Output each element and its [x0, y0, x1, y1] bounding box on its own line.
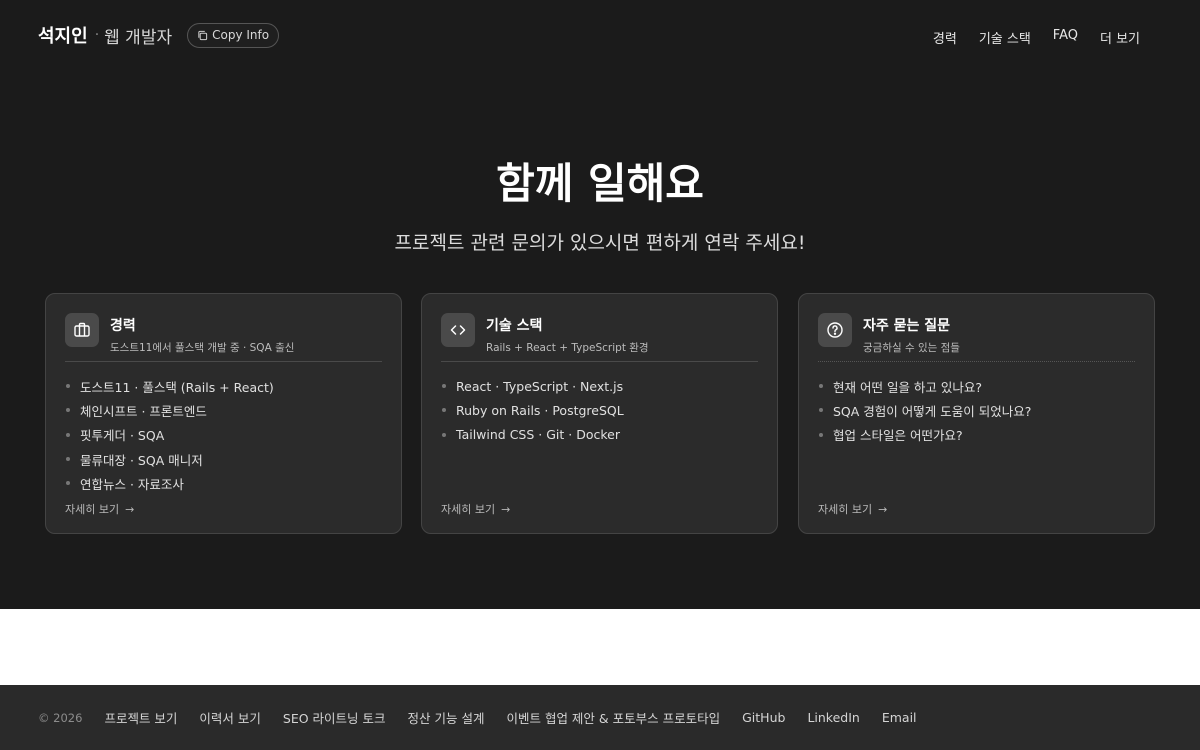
- footer-link-github[interactable]: GitHub: [742, 710, 785, 725]
- card-title: 경력: [110, 318, 136, 334]
- list-item[interactable]: SQA 경험이 어떻게 도움이 되었나요?: [818, 398, 1135, 422]
- list-item: React · TypeScript · Next.js: [441, 374, 758, 398]
- card-subtitle: 도스트11에서 풀스택 개발 중 · SQA 출신: [110, 342, 295, 354]
- card-divider: [441, 361, 758, 362]
- card-subtitle: Rails + React + TypeScript 환경: [486, 342, 649, 354]
- content-gap: [0, 609, 1200, 685]
- list-item: Ruby on Rails · PostgreSQL: [441, 398, 758, 422]
- card-title: 자주 묻는 질문: [863, 318, 951, 334]
- card-divider: [818, 361, 1135, 362]
- page-subtitle: 프로젝트 관련 문의가 있으시면 편하게 연락 주세요!: [394, 232, 806, 254]
- faq-list: 현재 어떤 일을 하고 있나요? SQA 경험이 어떻게 도움이 되었나요? 협…: [818, 374, 1135, 447]
- card-title: 기술 스택: [486, 318, 543, 334]
- footer-link-seo-talk[interactable]: SEO 라이트닝 토크: [283, 708, 386, 727]
- arrow-right-icon: →: [125, 502, 135, 516]
- tech-more-link[interactable]: 자세히 보기 →: [441, 501, 510, 517]
- question-circle-icon: [818, 313, 852, 347]
- tech-stack-card: 기술 스택 Rails + React + TypeScript 환경 Reac…: [421, 293, 778, 534]
- footer-link-email[interactable]: Email: [882, 710, 917, 725]
- top-nav: 경력 기술 스택 FAQ 더 보기: [933, 28, 1140, 47]
- copy-info-label: Copy Info: [212, 28, 270, 42]
- footer-link-event-proposal[interactable]: 이벤트 협업 제안 & 포토부스 프로토타입: [506, 708, 720, 727]
- footer-link-projects[interactable]: 프로젝트 보기: [104, 708, 177, 727]
- list-item: 체인시프트 · 프론트엔드: [65, 398, 382, 422]
- list-item[interactable]: 협업 스타일은 어떤가요?: [818, 423, 1135, 447]
- list-item: 연합뉴스 · 자료조사: [65, 471, 382, 495]
- card-divider: [65, 361, 382, 362]
- nav-career[interactable]: 경력: [933, 28, 957, 47]
- nav-more[interactable]: 더 보기: [1100, 28, 1140, 47]
- footer-link-resume[interactable]: 이력서 보기: [199, 708, 260, 727]
- hero-section: 석지인 · 웹 개발자 Copy Info 경력 기술 스택 FAQ 더 보기 …: [0, 0, 1200, 609]
- brand-role: 웹 개발자: [104, 27, 173, 48]
- list-item: Tailwind CSS · Git · Docker: [441, 423, 758, 447]
- career-list: 도스트11 · 풀스택 (Rails + React) 체인시프트 · 프론트엔…: [65, 374, 382, 495]
- career-more-link[interactable]: 자세히 보기 →: [65, 501, 134, 517]
- list-item: 물류대장 · SQA 매니저: [65, 447, 382, 471]
- tech-list: React · TypeScript · Next.js Ruby on Rai…: [441, 374, 758, 447]
- code-icon: [441, 313, 475, 347]
- nav-tech-stack[interactable]: 기술 스택: [979, 28, 1031, 47]
- footer-link-linkedin[interactable]: LinkedIn: [807, 710, 859, 725]
- brand-separator: ·: [94, 27, 100, 43]
- briefcase-icon: [65, 313, 99, 347]
- faq-more-link[interactable]: 자세히 보기 →: [818, 501, 887, 517]
- footer-link-settlement[interactable]: 정산 기능 설계: [408, 708, 485, 727]
- page-title: 함께 일해요: [496, 159, 704, 208]
- card-subtitle: 궁금하실 수 있는 점들: [863, 342, 960, 354]
- copy-icon: [198, 30, 208, 40]
- copyright: © 2026: [38, 710, 83, 725]
- list-item: 도스트11 · 풀스택 (Rails + React): [65, 374, 382, 398]
- faq-card: 자주 묻는 질문 궁금하실 수 있는 점들 현재 어떤 일을 하고 있나요? S…: [798, 293, 1155, 534]
- nav-faq[interactable]: FAQ: [1053, 28, 1078, 47]
- list-item[interactable]: 현재 어떤 일을 하고 있나요?: [818, 374, 1135, 398]
- brand-name[interactable]: 석지인: [38, 22, 88, 48]
- footer: © 2026 프로젝트 보기 이력서 보기 SEO 라이트닝 토크 정산 기능 …: [0, 685, 1200, 750]
- arrow-right-icon: →: [501, 502, 511, 516]
- list-item: 핏투게더 · SQA: [65, 423, 382, 447]
- copy-info-button[interactable]: Copy Info: [187, 22, 280, 48]
- brand: 석지인 · 웹 개발자 Copy Info: [38, 22, 280, 48]
- career-card: 경력 도스트11에서 풀스택 개발 중 · SQA 출신 도스트11 · 풀스택…: [45, 293, 402, 534]
- arrow-right-icon: →: [878, 502, 888, 516]
